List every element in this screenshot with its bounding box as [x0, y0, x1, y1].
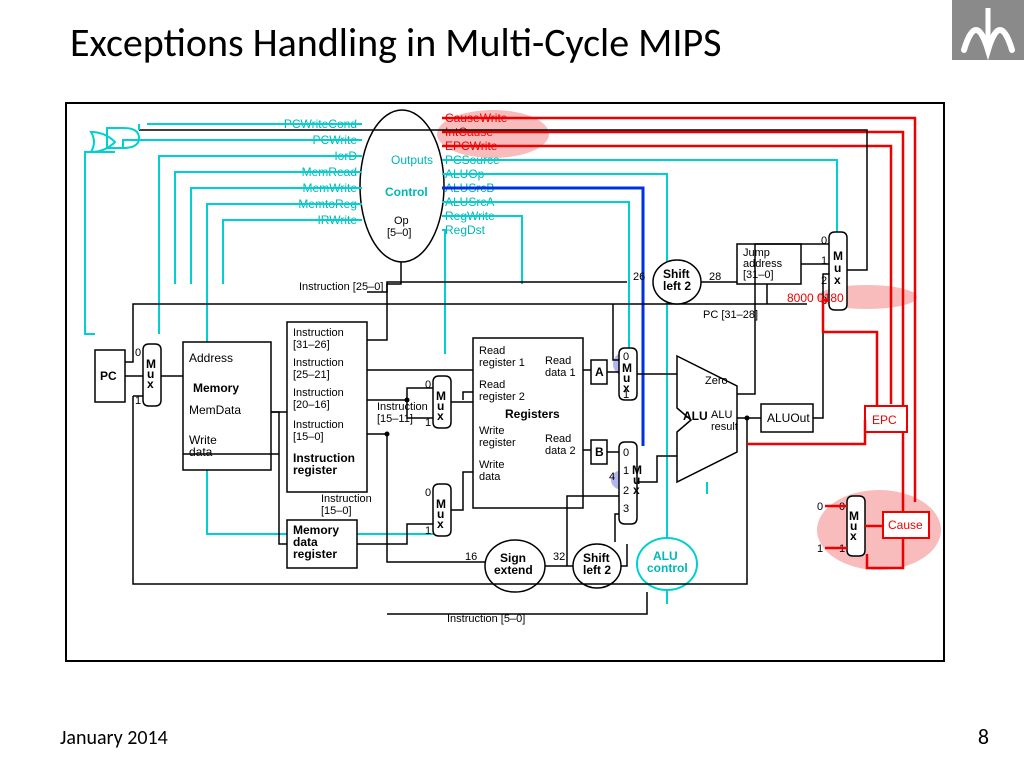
exc-addr: 8000 0180: [787, 291, 844, 305]
reg-wr-0: Write: [479, 425, 504, 437]
reg-r2-0: Read: [479, 379, 505, 391]
aluctl1: control: [647, 561, 688, 575]
mux-srcb-x: x: [633, 483, 640, 497]
w32: 32: [553, 551, 565, 563]
ir31-0: Instruction: [293, 327, 344, 339]
mem-wd1: data: [189, 445, 213, 459]
mux-pcs-0: 0: [821, 235, 827, 247]
reg-d2-0: Read: [545, 433, 571, 445]
pc-label: PC: [100, 369, 117, 383]
control-label: Control: [385, 185, 428, 199]
reg-d1-0: Read: [545, 355, 571, 367]
control-op1: [5–0]: [387, 227, 411, 239]
ir25-1: [25–21]: [293, 369, 330, 381]
control-outputs: Outputs: [391, 153, 433, 167]
alu-res0: ALU: [711, 409, 732, 421]
mux-iord-0: 0: [135, 347, 141, 359]
B-label: B: [595, 445, 604, 459]
mips-datapath-diagram: Outputs Control Op [5–0] PCWriteCond PCW…: [65, 102, 945, 662]
ir15-11-0: Instruction: [377, 401, 428, 413]
mdr2: register: [293, 547, 337, 561]
reg-d1-1: data 1: [545, 367, 576, 379]
w26: 26: [633, 271, 645, 283]
reg-d2-1: data 2: [545, 445, 576, 457]
mux-m2r-1: 1: [425, 525, 431, 537]
reg-wd-0: Write: [479, 459, 504, 471]
footer-date: January 2014: [60, 726, 168, 750]
mux-iord-1: 1: [135, 395, 141, 407]
sig-regdst: RegDst: [445, 223, 486, 237]
pc31-28: PC [31–28]: [703, 309, 758, 321]
control-op0: Op: [394, 215, 409, 227]
ir31-1: [31–26]: [293, 339, 330, 351]
mux-regdst-x: x: [437, 409, 444, 423]
reg-wd-1: data: [479, 471, 501, 483]
alu-res1: result: [711, 421, 738, 433]
ir15-0a: Instruction: [293, 419, 344, 431]
epc-label: EPC: [872, 413, 897, 427]
aluout: ALUOut: [767, 411, 810, 425]
mux-m2r-x: x: [437, 517, 444, 531]
mux-m2r-0: 0: [425, 487, 431, 499]
i5-0: Instruction [5–0]: [447, 613, 525, 625]
mem-label: Memory: [193, 381, 239, 395]
sl2a1: left 2: [583, 563, 611, 577]
mem-memdata: MemData: [189, 403, 241, 417]
mux-srcb-3: 3: [623, 503, 629, 515]
ir15-0d: [15–0]: [321, 505, 352, 517]
ir25-0-bus: Instruction [25–0]: [299, 281, 383, 293]
ir15-0b: [15–0]: [293, 431, 324, 443]
reg-r1-1: register 1: [479, 357, 525, 369]
reg-wr-1: register: [479, 437, 516, 449]
ir20-1: [20–16]: [293, 399, 330, 411]
slide-title: Exceptions Handling in Multi-Cycle MIPS: [70, 18, 722, 67]
ir25-0: Instruction: [293, 357, 344, 369]
mux-srcb-0: 0: [623, 447, 629, 459]
institution-logo: [952, 0, 1024, 60]
mux-pcs-2: 2: [821, 275, 827, 287]
ir-lab1: register: [293, 463, 337, 477]
mux-pcs-x: x: [834, 273, 841, 287]
reg-r1-0: Read: [479, 345, 505, 357]
w16: 16: [465, 551, 477, 563]
sl2b1: left 2: [663, 279, 691, 293]
alu-lab: ALU: [683, 409, 708, 423]
reg-r2-1: register 2: [479, 391, 525, 403]
mux-srca-1: 1: [623, 389, 629, 401]
mux-cause-x: x: [850, 529, 857, 543]
const-4: 4: [609, 471, 615, 483]
A-label: A: [595, 365, 604, 379]
mux-iord-x: x: [147, 377, 154, 391]
cause-in0: 0: [817, 501, 823, 513]
cause-in1: 1: [817, 543, 823, 555]
w28: 28: [709, 271, 721, 283]
page-number: 8: [978, 723, 989, 750]
ir20-0: Instruction: [293, 387, 344, 399]
jump2: [31–0]: [743, 269, 774, 281]
ir15-0c: Instruction: [321, 493, 372, 505]
sext1: extend: [494, 563, 533, 577]
mux-pcs-1: 1: [821, 255, 827, 267]
mux-regdst-1: 1: [425, 417, 431, 429]
mux-srcb-2: 2: [623, 485, 629, 497]
mux-regdst-0: 0: [425, 379, 431, 391]
cause-label: Cause: [888, 518, 923, 532]
alu-zero: Zero: [705, 375, 728, 387]
reg-lab: Registers: [505, 407, 560, 421]
mux-srcb-1: 1: [623, 465, 629, 477]
mem-address: Address: [189, 351, 233, 365]
